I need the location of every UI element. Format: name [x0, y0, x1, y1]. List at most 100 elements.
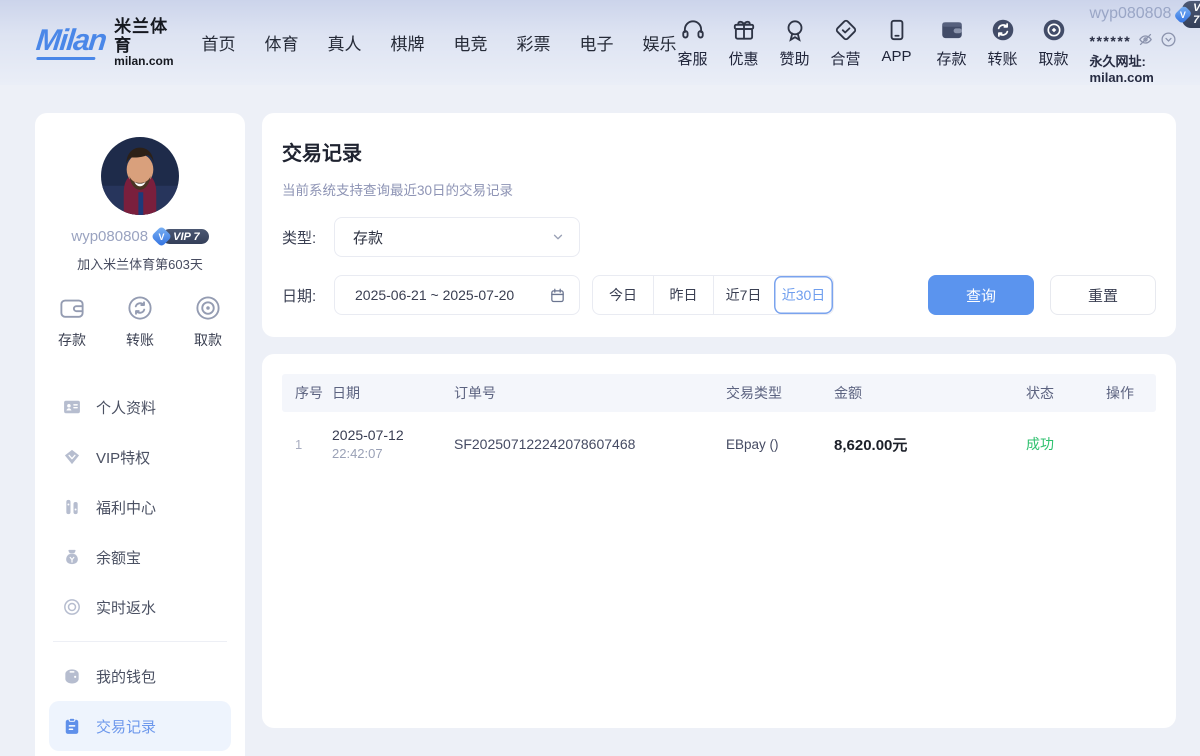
promotions-button[interactable]: 优惠 — [728, 17, 760, 69]
quick-label: 取款 — [1039, 48, 1069, 69]
table-header-row: 序号 日期 订单号 交易类型 金额 状态 操作 — [282, 374, 1156, 412]
withdraw-quick-action[interactable]: 取款 — [193, 293, 223, 350]
transfer-quick-action[interactable]: 转账 — [125, 293, 155, 350]
profile-sidebar: wyp080808 VIP 7 加入米兰体育第603天 存款 — [35, 113, 245, 756]
transfer-dark-icon — [990, 17, 1016, 43]
range-yesterday-button[interactable]: 昨日 — [653, 276, 713, 314]
sidebar-item-label: 个人资料 — [96, 397, 156, 418]
quick-label: 赞助 — [780, 48, 810, 69]
affiliate-button[interactable]: 合营 — [830, 17, 862, 69]
row-date: 2025-07-12 — [332, 427, 454, 443]
type-filter-row: 类型: 存款 — [282, 217, 1156, 257]
vip-badge: VIP 7 — [154, 229, 209, 244]
my-wallet-icon — [62, 666, 82, 686]
range-7days-button[interactable]: 近7日 — [713, 276, 773, 314]
withdraw-dark-icon — [1041, 17, 1067, 43]
top-header: Milan 米兰体育 milan.com 首页 体育 真人 棋牌 电竞 彩票 电… — [0, 0, 1200, 85]
sidebar-menu: 个人资料 VIP特权 福利中心 — [49, 382, 231, 751]
row-time: 22:42:07 — [332, 446, 454, 461]
vip-badge: VIP 7 — [1177, 1, 1200, 28]
brand-logo[interactable]: Milan 米兰体育 milan.com — [36, 17, 174, 69]
reset-button[interactable]: 重置 — [1050, 275, 1156, 315]
gift-icon — [731, 17, 757, 43]
sidebar-item-wallet[interactable]: 我的钱包 — [49, 651, 231, 701]
chevron-down-icon — [551, 230, 565, 244]
nav-item-sports[interactable]: 体育 — [265, 30, 299, 55]
type-label: 类型: — [282, 227, 334, 248]
date-filter-row: 日期: 2025-06-21 ~ 2025-07-20 今日 昨日 近7日 近3… — [282, 275, 1156, 315]
sidebar-item-yuebao[interactable]: 余额宝 — [49, 532, 231, 582]
eye-off-icon[interactable] — [1137, 31, 1154, 48]
vip-gem-icon — [62, 447, 82, 467]
sidebar-item-label: 实时返水 — [96, 597, 156, 618]
quick-label: 客服 — [678, 48, 708, 69]
col-order-no: 订单号 — [454, 383, 726, 403]
range-30days-button[interactable]: 近30日 — [773, 276, 833, 314]
quick-label: 存款 — [937, 48, 967, 69]
sidebar-avatar[interactable] — [101, 137, 179, 215]
wallet-dark-icon — [938, 17, 966, 43]
main-nav: 首页 体育 真人 棋牌 电竞 彩票 电子 娱乐 — [202, 30, 677, 55]
type-select-value: 存款 — [353, 227, 383, 248]
quick-range-group: 今日 昨日 近7日 近30日 — [592, 275, 834, 315]
col-type: 交易类型 — [726, 383, 834, 403]
sidebar-item-label: 余额宝 — [96, 547, 141, 568]
benefits-icon — [62, 497, 82, 517]
chevron-circle-icon[interactable] — [1160, 31, 1177, 48]
nav-item-entertainment[interactable]: 娱乐 — [643, 30, 677, 55]
nav-item-cards[interactable]: 棋牌 — [391, 30, 425, 55]
username-row[interactable]: wyp080808 VIP 7 — [1090, 1, 1200, 28]
sidebar-item-profile[interactable]: 个人资料 — [49, 382, 231, 432]
quick-action-label: 存款 — [58, 330, 86, 350]
quick-label: 优惠 — [729, 48, 759, 69]
row-type: EBpay () — [726, 437, 834, 452]
nav-item-lottery[interactable]: 彩票 — [517, 30, 551, 55]
range-today-button[interactable]: 今日 — [593, 276, 653, 314]
permanent-url-text: 永久网址: milan.com — [1090, 51, 1200, 85]
main-column: 交易记录 当前系统支持查询最近30日的交易记录 类型: 存款 日期: 2025-… — [262, 113, 1176, 728]
withdraw-outline-icon — [193, 293, 223, 323]
col-date: 日期 — [332, 383, 454, 403]
page-content: wyp080808 VIP 7 加入米兰体育第603天 存款 — [0, 85, 1200, 728]
nav-item-live[interactable]: 真人 — [328, 30, 362, 55]
sidebar-item-benefits[interactable]: 福利中心 — [49, 482, 231, 532]
nav-item-home[interactable]: 首页 — [202, 30, 236, 55]
deposit-quick-action[interactable]: 存款 — [57, 293, 87, 350]
avatar-image — [101, 137, 179, 215]
nav-item-slots[interactable]: 电子 — [580, 30, 614, 55]
col-status: 状态 — [1026, 383, 1106, 403]
quick-action-label: 取款 — [194, 330, 222, 350]
table-row: 1 2025-07-12 22:42:07 SF2025071222420786… — [282, 412, 1156, 473]
sidebar-item-transactions[interactable]: 交易记录 — [49, 701, 231, 751]
row-status: 成功 — [1026, 434, 1106, 454]
customer-service-button[interactable]: 客服 — [677, 17, 709, 69]
logo-brand-cn: 米兰体育 — [114, 17, 173, 55]
quick-label: 合营 — [831, 48, 861, 69]
transfer-button[interactable]: 转账 — [987, 17, 1019, 69]
page-title: 交易记录 — [282, 137, 1156, 166]
date-label: 日期: — [282, 285, 334, 306]
username-text: wyp080808 — [1090, 5, 1172, 23]
withdraw-button[interactable]: 取款 — [1038, 17, 1070, 69]
calendar-icon — [549, 287, 566, 304]
sidebar-quick-actions: 存款 转账 取款 — [49, 293, 231, 350]
search-button[interactable]: 查询 — [928, 275, 1034, 315]
date-range-value: 2025-06-21 ~ 2025-07-20 — [355, 287, 514, 303]
transfer-outline-icon — [125, 293, 155, 323]
phone-icon — [884, 17, 910, 43]
nav-item-esports[interactable]: 电竞 — [454, 30, 488, 55]
sidebar-item-vip[interactable]: VIP特权 — [49, 432, 231, 482]
transactions-table-card: 序号 日期 订单号 交易类型 金额 状态 操作 1 2025-07-12 22:… — [262, 354, 1176, 728]
deposit-button[interactable]: 存款 — [936, 17, 968, 69]
date-range-input[interactable]: 2025-06-21 ~ 2025-07-20 — [334, 275, 580, 315]
row-order-no: SF202507122242078607468 — [454, 436, 726, 452]
user-info-block: wyp080808 VIP 7 ****** 永久网址: milan.com — [1090, 1, 1200, 85]
type-select[interactable]: 存款 — [334, 217, 580, 257]
page-subtitle: 当前系统支持查询最近30日的交易记录 — [282, 179, 1156, 199]
sidebar-divider — [53, 641, 227, 642]
quick-label: APP — [882, 48, 912, 65]
app-download-button[interactable]: APP — [881, 17, 913, 65]
row-index: 1 — [282, 437, 332, 452]
sponsorship-button[interactable]: 赞助 — [779, 17, 811, 69]
sidebar-item-rebate[interactable]: 实时返水 — [49, 582, 231, 632]
